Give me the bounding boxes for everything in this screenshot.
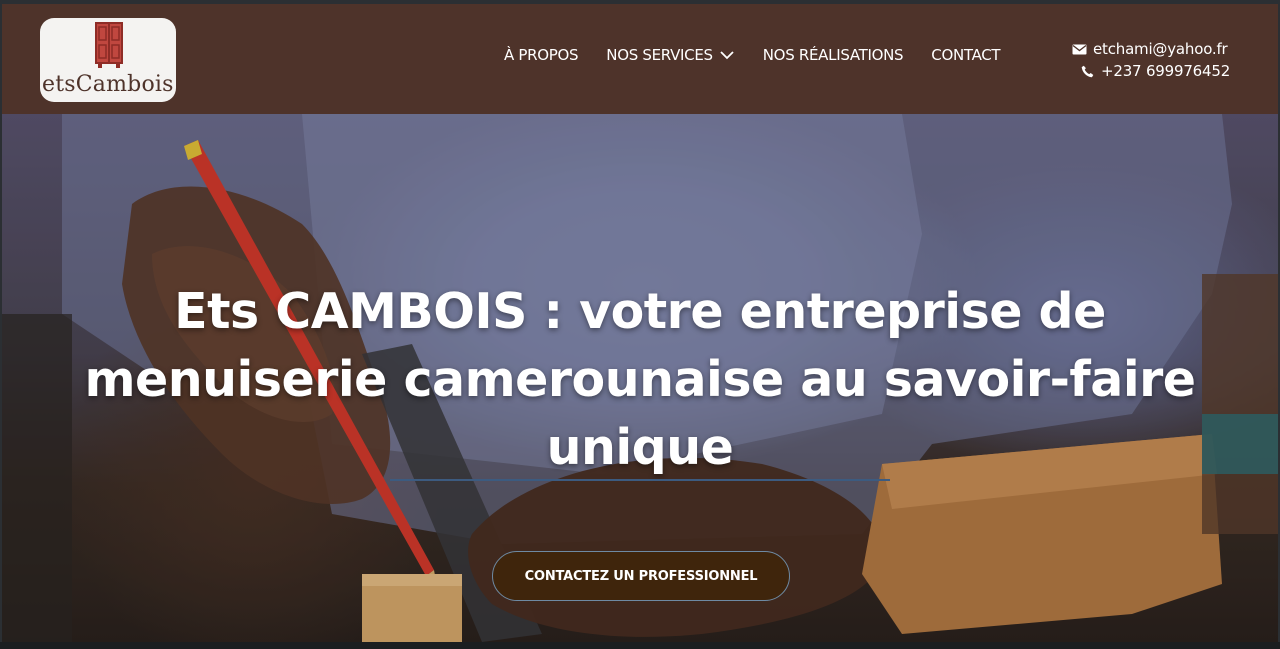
email-text: etchami@yahoo.fr	[1093, 40, 1228, 58]
site-header: etsCambois À PROPOS NOS SERVICES NOS RÉA…	[2, 4, 1278, 114]
header-contact-info: etchami@yahoo.fr +237 699976452	[1072, 38, 1230, 82]
phone-text: +237 699976452	[1101, 62, 1231, 80]
phone-link[interactable]: +237 699976452	[1080, 60, 1230, 82]
envelope-icon	[1072, 44, 1087, 54]
nav-item-label: NOS SERVICES	[606, 46, 713, 64]
title-divider	[390, 479, 890, 481]
phone-icon	[1081, 65, 1094, 77]
contact-professional-button[interactable]: CONTACTEZ UN PROFESSIONNEL	[492, 551, 790, 601]
wardrobe-icon	[95, 22, 123, 68]
nav-item-contact[interactable]: CONTACT	[931, 46, 1000, 64]
window-bottom-edge	[0, 642, 1280, 649]
nav-item-nos-services[interactable]: NOS SERVICES	[606, 46, 734, 64]
email-link[interactable]: etchami@yahoo.fr	[1072, 38, 1230, 60]
hero-section: Ets CAMBOIS : votre entreprise de menuis…	[2, 114, 1278, 642]
browser-frame: etsCambois À PROPOS NOS SERVICES NOS RÉA…	[0, 0, 1280, 649]
logo-text: etsCambois	[42, 72, 174, 97]
hero-title: Ets CAMBOIS : votre entreprise de menuis…	[84, 283, 1196, 476]
nav-item-nos-realisations[interactable]: NOS RÉALISATIONS	[763, 46, 904, 64]
site-logo[interactable]: etsCambois	[40, 18, 176, 102]
chevron-down-icon	[720, 51, 734, 60]
main-nav: À PROPOS NOS SERVICES NOS RÉALISATIONS C…	[504, 44, 1001, 66]
nav-item-a-propos[interactable]: À PROPOS	[504, 46, 579, 64]
